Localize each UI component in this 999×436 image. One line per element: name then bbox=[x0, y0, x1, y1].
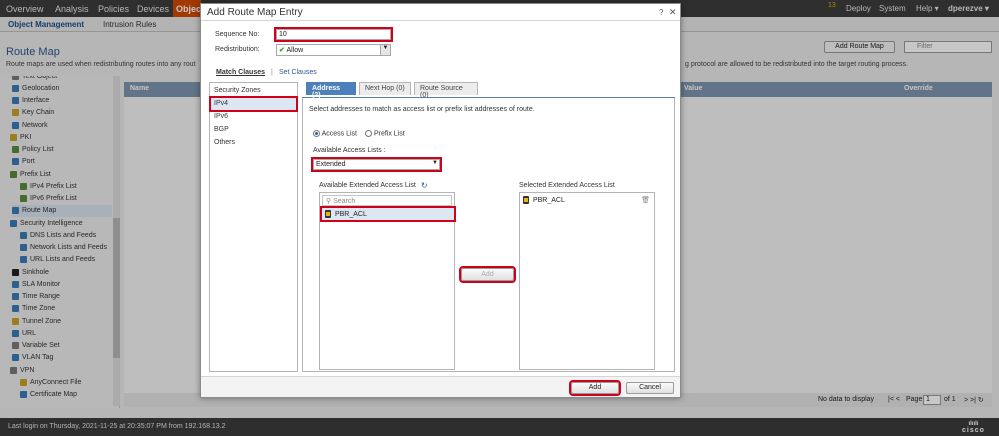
dialog-footer: Add Cancel bbox=[201, 376, 680, 397]
address-panel: Select addresses to match as access list… bbox=[302, 98, 675, 372]
redistribution-value: Allow bbox=[286, 47, 304, 54]
tab-route-source[interactable]: Route Source (0) bbox=[414, 82, 478, 99]
tab-set-clauses[interactable]: Set Clauses bbox=[279, 69, 317, 76]
chevron-down-icon[interactable]: ▼ bbox=[380, 45, 390, 55]
ipv4-tab-bar: Address (2) Next Hop (0) Route Source (0… bbox=[302, 82, 675, 99]
sequence-input[interactable]: 10 bbox=[274, 27, 393, 42]
title-divider bbox=[201, 20, 680, 21]
match-item-ipv6[interactable]: IPv6 bbox=[211, 111, 296, 123]
match-item-bgp[interactable]: BGP bbox=[211, 124, 296, 136]
access-list-type-value: Extended bbox=[316, 161, 346, 168]
help-icon[interactable]: ? bbox=[659, 8, 663, 17]
add-button[interactable]: Add bbox=[569, 380, 621, 396]
close-icon[interactable]: ✕ bbox=[669, 7, 677, 18]
sequence-label: Sequence No: bbox=[215, 31, 260, 38]
chevron-down-icon[interactable]: ▼ bbox=[432, 160, 438, 166]
add-route-map-entry-dialog: Add Route Map Entry ? ✕ Sequence No: 10 … bbox=[200, 3, 681, 398]
selected-extended-label: Selected Extended Access List bbox=[519, 182, 615, 189]
access-list-radio[interactable]: Access List bbox=[313, 130, 357, 137]
match-item-others[interactable]: Others bbox=[211, 137, 296, 149]
prefix-list-radio[interactable]: Prefix List bbox=[365, 130, 405, 137]
match-item-security-zones[interactable]: Security Zones bbox=[211, 85, 296, 97]
access-list-type-select[interactable]: Extended ▼ bbox=[311, 157, 442, 172]
radio-off-icon bbox=[365, 130, 372, 137]
dialog-title: Add Route Map Entry bbox=[207, 7, 303, 18]
access-list-icon bbox=[523, 196, 529, 204]
radio-on-icon bbox=[313, 130, 320, 137]
tab-next-hop[interactable]: Next Hop (0) bbox=[359, 82, 411, 95]
delete-icon[interactable]: 🗑 bbox=[641, 196, 650, 204]
redistribution-select[interactable]: ✔ Allow ▼ bbox=[276, 44, 391, 56]
match-item-ipv4[interactable]: IPv4 bbox=[209, 96, 298, 112]
redistribution-label: Redistribution: bbox=[215, 46, 260, 53]
tab-separator: | bbox=[271, 69, 273, 76]
allow-check-icon: ✔ bbox=[279, 47, 285, 54]
available-search-input[interactable]: ⚲ Search bbox=[322, 195, 452, 206]
tab-address[interactable]: Address (2) bbox=[306, 82, 356, 99]
selected-acl-item[interactable]: PBR_ACL 🗑 bbox=[522, 196, 652, 207]
cancel-button[interactable]: Cancel bbox=[626, 382, 674, 394]
refresh-icon[interactable]: ↻ bbox=[421, 181, 428, 190]
available-acl-item[interactable]: PBR_ACL bbox=[320, 206, 456, 222]
match-clause-list: Security Zones IPv4 IPv6 BGP Others bbox=[209, 82, 298, 372]
available-extended-label: Available Extended Access List bbox=[319, 182, 416, 189]
add-to-selected-button[interactable]: Add bbox=[459, 266, 516, 283]
tab-match-clauses[interactable]: Match Clauses bbox=[216, 69, 265, 76]
access-list-icon bbox=[325, 210, 331, 218]
available-extended-list: ⚲ Search PBR_ACL bbox=[319, 192, 456, 370]
address-instruction: Select addresses to match as access list… bbox=[309, 106, 535, 113]
selected-extended-list: PBR_ACL 🗑 bbox=[519, 192, 655, 370]
search-icon: ⚲ bbox=[326, 198, 332, 205]
available-access-lists-label: Available Access Lists : bbox=[313, 147, 386, 154]
